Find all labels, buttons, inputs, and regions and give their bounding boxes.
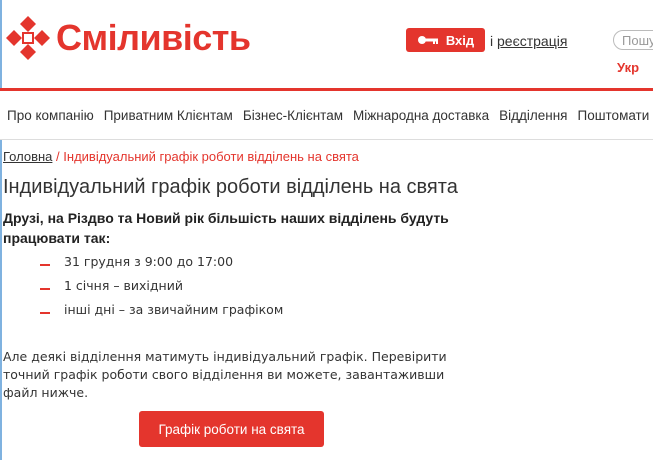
list-item: 31 грудня з 9:00 до 17:00	[40, 250, 283, 274]
info-paragraph: Але деякі відділення матимуть індивідуал…	[3, 349, 447, 400]
dash-bullet-icon	[40, 312, 50, 314]
breadcrumb-home[interactable]: Головна	[3, 149, 52, 164]
register-separator: і	[490, 33, 494, 49]
nav-item-about[interactable]: Про компанію	[0, 108, 99, 123]
page-title: Індивідуальний графік роботи відділень н…	[3, 176, 458, 198]
schedule-list: 31 грудня з 9:00 до 17:00 1 січня – вихі…	[40, 250, 283, 322]
logo-icon	[6, 16, 50, 60]
nav-item-parcel-lockers[interactable]: Поштомати	[572, 108, 653, 123]
logo[interactable]: Сміливість	[4, 14, 251, 62]
dash-bullet-icon	[40, 288, 50, 290]
intro-text: Друзі, на Різдво та Новий рік більшість …	[3, 210, 449, 246]
register-area: і реєстрація	[490, 33, 567, 49]
list-item-text: 1 січня – вихідний	[64, 278, 183, 293]
download-schedule-button[interactable]: Графік роботи на свята	[139, 411, 324, 447]
main-nav: Про компанію Приватним Клієнтам Бізнес-К…	[0, 91, 653, 140]
nav-item-business[interactable]: Бізнес-Клієнтам	[238, 108, 348, 123]
dash-bullet-icon	[40, 264, 50, 266]
nav-item-international[interactable]: Міжнародна доставка	[348, 108, 494, 123]
nav-item-branches[interactable]: Відділення	[494, 108, 572, 123]
list-item-text: інші дні – за звичайним графіком	[64, 302, 284, 317]
breadcrumb-current: Індивідуальний графік роботи відділень н…	[63, 149, 359, 164]
breadcrumb-separator: /	[56, 149, 60, 164]
language-switch[interactable]: Укр	[617, 60, 639, 75]
breadcrumb: Головна / Індивідуальний графік роботи в…	[3, 149, 359, 164]
logo-text: Сміливість	[56, 17, 251, 58]
key-icon	[417, 36, 438, 44]
list-item-text: 31 грудня з 9:00 до 17:00	[64, 254, 234, 269]
nav-item-private[interactable]: Приватним Клієнтам	[99, 108, 238, 123]
login-button[interactable]: Вхід	[406, 28, 485, 52]
site-header: Сміливість Вхід і реєстрація Пошук Укр	[0, 0, 653, 90]
search-input[interactable]: Пошук	[613, 30, 653, 50]
list-item: 1 січня – вихідний	[40, 274, 283, 298]
register-link[interactable]: реєстрація	[497, 33, 567, 49]
login-label: Вхід	[445, 32, 475, 48]
list-item: інші дні – за звичайним графіком	[40, 298, 283, 322]
